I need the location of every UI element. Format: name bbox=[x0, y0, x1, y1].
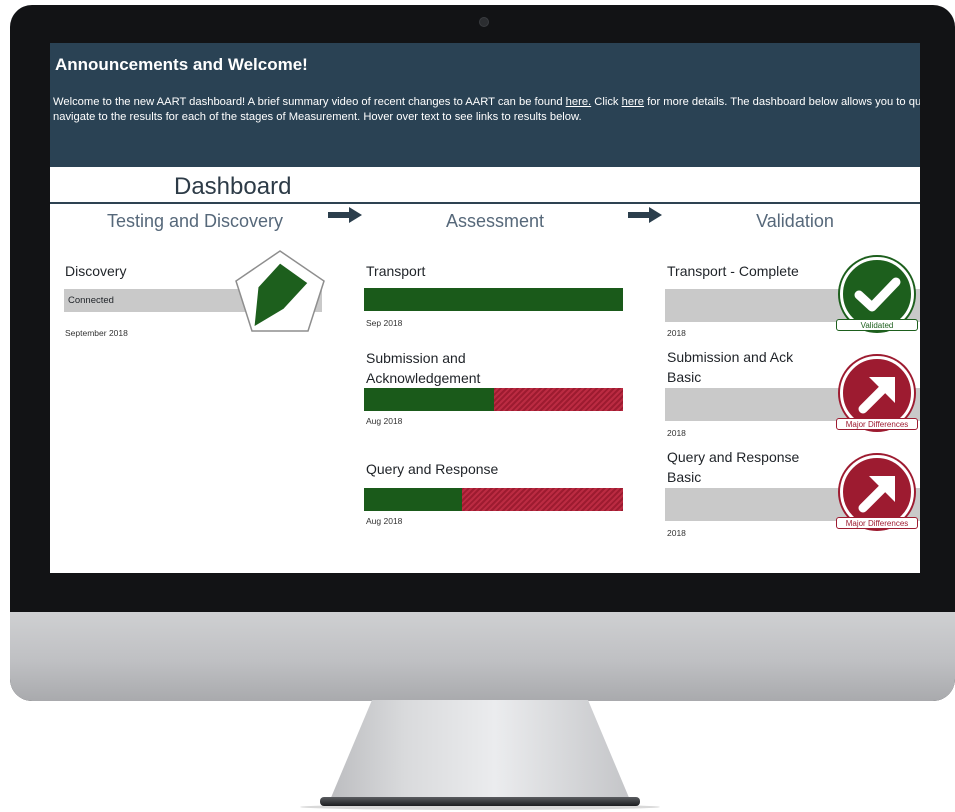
validated-badge[interactable]: Validated bbox=[836, 257, 918, 331]
validation-transport-title[interactable]: Transport - Complete bbox=[667, 261, 799, 281]
assessment-transport-date: Sep 2018 bbox=[366, 318, 403, 328]
details-link[interactable]: here bbox=[622, 96, 644, 108]
assessment-query-date: Aug 2018 bbox=[366, 516, 403, 526]
assessment-submission-date: Aug 2018 bbox=[366, 416, 403, 426]
announcement-text: Welcome to the new AART dashboard! A bri… bbox=[53, 95, 920, 125]
validation-query-date: 2018 bbox=[667, 528, 686, 538]
assessment-submission-bar[interactable] bbox=[364, 388, 623, 411]
announcement-banner: Announcements and Welcome! Welcome to th… bbox=[50, 43, 920, 167]
major-differences-badge[interactable]: Major Differences bbox=[836, 356, 918, 430]
assessment-transport-bar[interactable] bbox=[364, 288, 623, 311]
validation-submission-title-line1: Submission and Ack bbox=[667, 349, 794, 365]
assessment-query-bar[interactable] bbox=[364, 488, 623, 511]
assessment-submission-title[interactable]: Submission and Acknowledgement bbox=[366, 348, 480, 388]
validation-transport-date: 2018 bbox=[667, 328, 686, 338]
major-differences-caption: Major Differences bbox=[836, 418, 918, 430]
assessment-submission-title-line2: Acknowledgement bbox=[366, 370, 481, 386]
arrow-right-icon bbox=[628, 207, 662, 223]
major-differences-caption: Major Differences bbox=[836, 517, 918, 529]
dashboard-title: Dashboard bbox=[174, 173, 292, 200]
radar-chart-icon bbox=[235, 250, 325, 332]
validation-query-title[interactable]: Query and Response Basic bbox=[667, 447, 799, 487]
validation-submission-date: 2018 bbox=[667, 428, 686, 438]
discovery-status-label: Connected bbox=[68, 295, 114, 306]
assessment-submission-pass-segment bbox=[364, 388, 494, 411]
announcement-text-part: Welcome to the new AART dashboard! A bri… bbox=[53, 96, 566, 108]
monitor-chin bbox=[10, 612, 955, 701]
stage-testing-discovery[interactable]: Testing and Discovery bbox=[90, 211, 300, 232]
validated-caption: Validated bbox=[836, 319, 918, 331]
announcement-text-part: Click bbox=[591, 96, 622, 108]
assessment-submission-title-line1: Submission and bbox=[366, 350, 466, 366]
arrow-right-icon bbox=[328, 207, 362, 223]
discovery-date: September 2018 bbox=[65, 328, 128, 338]
validation-submission-title-line2: Basic bbox=[667, 369, 702, 385]
monitor-stand bbox=[330, 700, 630, 800]
validation-submission-title[interactable]: Submission and Ack Basic bbox=[667, 347, 793, 387]
major-differences-badge[interactable]: Major Differences bbox=[836, 455, 918, 529]
monitor-stand-base bbox=[320, 797, 640, 806]
assessment-query-pass-segment bbox=[364, 488, 463, 511]
checkmark-icon bbox=[854, 277, 901, 312]
video-link[interactable]: here. bbox=[566, 96, 592, 108]
validation-query-title-line1: Query and Response bbox=[667, 449, 800, 465]
dashboard-divider bbox=[50, 202, 920, 204]
stage-validation[interactable]: Validation bbox=[690, 211, 900, 232]
dashboard-screen: Announcements and Welcome! Welcome to th… bbox=[50, 43, 920, 573]
assessment-submission-fail-segment bbox=[493, 388, 623, 411]
assessment-query-fail-segment bbox=[462, 488, 623, 511]
webcam-icon bbox=[479, 17, 489, 27]
assessment-query-title[interactable]: Query and Response bbox=[366, 459, 498, 479]
stage-assessment[interactable]: Assessment bbox=[390, 211, 600, 232]
arrow-up-right-icon bbox=[858, 377, 895, 414]
announcement-title: Announcements and Welcome! bbox=[55, 55, 308, 74]
assessment-transport-title[interactable]: Transport bbox=[366, 261, 425, 281]
discovery-title[interactable]: Discovery bbox=[65, 261, 126, 281]
validation-query-title-line2: Basic bbox=[667, 469, 702, 485]
assessment-transport-pass-segment bbox=[364, 288, 623, 311]
arrow-up-right-icon bbox=[858, 476, 895, 513]
